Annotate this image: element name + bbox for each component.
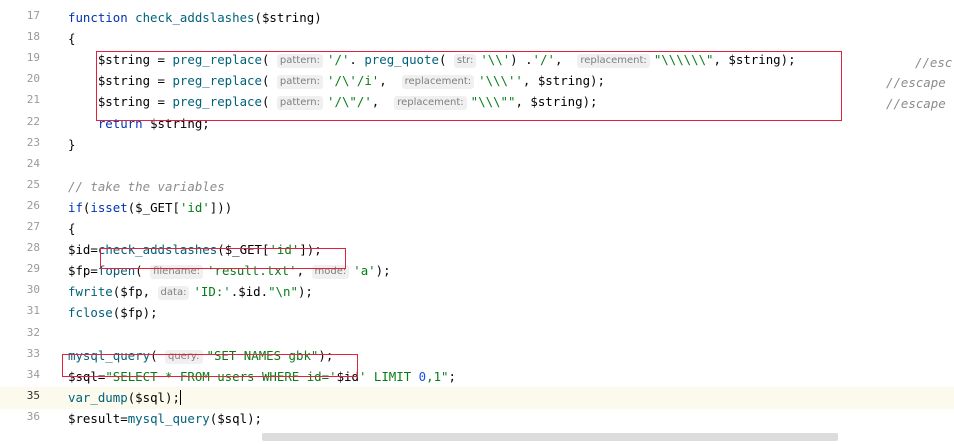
code-token: $fp bbox=[68, 263, 91, 279]
code-token: , bbox=[142, 284, 158, 300]
horizontal-scrollbar[interactable] bbox=[262, 433, 838, 441]
code-token: = bbox=[90, 242, 98, 258]
code-token: mysql_query bbox=[127, 410, 210, 426]
line-number: 23 bbox=[26, 135, 40, 149]
code-line[interactable]: 25 // take the variables bbox=[0, 176, 954, 198]
line-number: 30 bbox=[26, 283, 40, 297]
highlight-box-check-addslashes bbox=[100, 248, 346, 269]
highlight-box-preg-replace bbox=[96, 51, 842, 121]
line-number: 27 bbox=[26, 220, 40, 233]
line-number: 29 bbox=[26, 262, 40, 276]
line-number: 26 bbox=[26, 198, 40, 212]
code-token: 0 bbox=[418, 368, 427, 384]
code-token: $sql bbox=[217, 410, 248, 426]
code-token: ( bbox=[254, 10, 262, 25]
line-number: 24 bbox=[26, 156, 40, 170]
code-token: = bbox=[120, 410, 128, 426]
code-token: ])) bbox=[209, 199, 233, 215]
code-line[interactable]: 31 fclose($fp); bbox=[0, 302, 954, 324]
code-token: ) bbox=[314, 10, 322, 25]
code-token: 'a' bbox=[353, 263, 376, 279]
code-line[interactable]: 30 fwrite($fp, data: 'ID:'.$id."\n"); bbox=[0, 281, 954, 303]
line-number: 28 bbox=[26, 241, 40, 255]
line-number: 31 bbox=[26, 304, 40, 318]
code-token: ); bbox=[142, 305, 158, 321]
code-token: $fp bbox=[120, 284, 143, 300]
code-token: $_GET bbox=[135, 199, 173, 215]
code-text[interactable]: fwrite($fp, data: 'ID:'.$id."\n"); bbox=[68, 282, 313, 302]
code-text[interactable]: } bbox=[68, 135, 75, 155]
code-token: fwrite bbox=[68, 284, 113, 300]
code-token: ); bbox=[297, 284, 313, 300]
code-token: ); bbox=[165, 389, 180, 405]
parameter-hint: data: bbox=[157, 286, 190, 301]
trailing-comment-20: //escape bbox=[886, 75, 946, 90]
trailing-comment-19: //esc bbox=[915, 55, 953, 70]
highlight-box-mysql-query bbox=[62, 354, 358, 377]
line-number: 22 bbox=[26, 114, 40, 128]
line-number: 17 bbox=[26, 9, 40, 22]
text-caret bbox=[179, 389, 181, 405]
code-line[interactable]: 36 $result=mysql_query($sql); bbox=[0, 408, 954, 430]
code-token: $id bbox=[238, 284, 261, 300]
code-text[interactable]: var_dump($sql); bbox=[68, 388, 181, 408]
line-number: 21 bbox=[26, 93, 40, 107]
code-line[interactable]: 32 bbox=[0, 324, 954, 346]
code-text[interactable]: if(isset($_GET['id'])) bbox=[68, 198, 232, 218]
code-token: } bbox=[68, 136, 76, 152]
code-line[interactable]: 18 { bbox=[0, 28, 954, 50]
code-token: ); bbox=[375, 263, 391, 279]
code-token: function bbox=[68, 10, 136, 25]
code-token: $id bbox=[68, 242, 91, 258]
code-token: if bbox=[68, 199, 83, 215]
code-token: var_dump bbox=[68, 389, 128, 405]
code-line[interactable]: 24 bbox=[0, 155, 954, 177]
code-line[interactable]: 17 function check_addslashes($string) bbox=[0, 7, 954, 29]
code-token: . bbox=[260, 284, 269, 300]
line-number: 35 bbox=[26, 388, 40, 402]
code-token: 'id' bbox=[179, 199, 210, 215]
code-token: isset bbox=[90, 199, 128, 215]
code-token: [ bbox=[172, 199, 180, 215]
line-number: 36 bbox=[26, 409, 40, 423]
line-number: 19 bbox=[26, 51, 40, 65]
code-text[interactable]: { bbox=[68, 219, 75, 239]
line-number: 33 bbox=[26, 346, 40, 360]
code-token: ' LIMIT bbox=[358, 368, 419, 384]
line-number: 20 bbox=[26, 72, 40, 86]
code-text[interactable]: // take the variables bbox=[68, 177, 225, 197]
line-number: 32 bbox=[26, 325, 40, 339]
code-line[interactable]: 26 if(isset($_GET['id'])) bbox=[0, 197, 954, 219]
code-token: $sql bbox=[135, 389, 165, 405]
code-token: $fp bbox=[120, 305, 143, 321]
code-token: { bbox=[68, 31, 76, 47]
code-token: $string bbox=[261, 10, 315, 25]
code-line[interactable]: 23} bbox=[0, 134, 954, 156]
trailing-comment-21: //escape bbox=[886, 96, 946, 111]
code-token: "\n" bbox=[268, 284, 298, 300]
line-number: 34 bbox=[26, 367, 40, 381]
code-token: { bbox=[68, 221, 76, 236]
code-token: 'ID:' bbox=[193, 284, 231, 300]
code-token: ; bbox=[448, 368, 456, 384]
code-token: = bbox=[90, 263, 98, 279]
code-token: ); bbox=[247, 410, 262, 426]
code-token: // take the variables bbox=[68, 178, 225, 194]
line-number: 25 bbox=[26, 177, 40, 191]
code-token: fclose bbox=[68, 305, 113, 321]
code-token: $result bbox=[68, 410, 121, 426]
code-line[interactable]: 27 { bbox=[0, 218, 954, 240]
code-token: check_addslashes bbox=[135, 10, 255, 25]
line-number: 18 bbox=[26, 30, 40, 44]
code-text[interactable]: { bbox=[68, 29, 75, 49]
code-line[interactable]: 35 var_dump($sql); bbox=[0, 386, 954, 409]
code-text[interactable]: fclose($fp); bbox=[68, 303, 158, 323]
code-text[interactable]: $result=mysql_query($sql); bbox=[68, 409, 262, 429]
code-text[interactable]: function check_addslashes($string) bbox=[68, 8, 322, 28]
code-token: ,1" bbox=[426, 368, 449, 384]
